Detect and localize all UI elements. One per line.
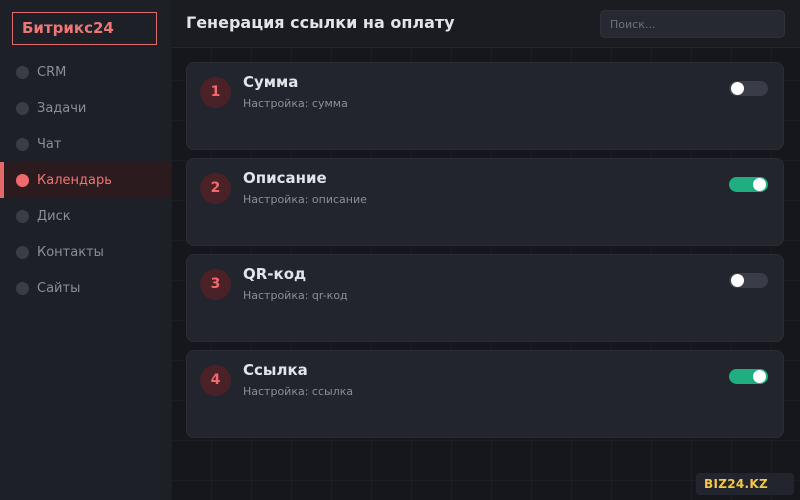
card-subtitle: Настройка: описание [243,193,367,206]
sidebar-item-chat[interactable]: Чат [0,126,171,162]
sidebar-item-crm[interactable]: CRM [0,54,171,90]
toggle-switch[interactable] [729,369,768,384]
nav-dot-icon [16,209,29,223]
sidebar-nav: CRM Задачи Чат Календарь Диск Контакты С… [0,54,171,306]
nav-dot-icon [16,281,29,295]
main-content: Генерация ссылки на оплату 1 Сумма Настр… [171,0,800,500]
app-window: Битрикс24 CRM Задачи Чат Календарь Диск [0,0,800,500]
sidebar-item-contacts[interactable]: Контакты [0,234,171,270]
toggle-switch[interactable] [729,177,768,192]
page-title: Генерация ссылки на оплату [186,13,455,32]
step-number-badge: 3 [200,269,231,300]
card-subtitle: Настройка: сумма [243,97,348,110]
toggle-switch[interactable] [729,273,768,288]
step-number-badge: 2 [200,173,231,204]
setting-card-amount: 1 Сумма Настройка: сумма [186,62,784,150]
card-subtitle: Настройка: ссылка [243,385,354,398]
setting-card-link: 4 Ссылка Настройка: ссылка [186,350,784,438]
setting-card-qr-code: 3 QR-код Настройка: qr-код [186,254,784,342]
sidebar-item-label: Диск [37,208,71,224]
toggle-knob [731,82,744,95]
nav-dot-icon [16,173,29,187]
card-title: Сумма [243,73,299,91]
nav-dot-icon [16,101,29,115]
toggle-switch[interactable] [729,81,768,96]
card-title: Описание [243,169,327,187]
search-input[interactable] [600,10,785,38]
step-number-badge: 4 [200,365,231,396]
nav-dot-icon [16,245,29,259]
toggle-knob [731,274,744,287]
card-title: Ссылка [243,361,308,379]
sidebar-item-label: Сайты [37,280,81,296]
sidebar-item-calendar[interactable]: Календарь [0,162,171,198]
setting-card-description: 2 Описание Настройка: описание [186,158,784,246]
sidebar: Битрикс24 CRM Задачи Чат Календарь Диск [0,0,171,500]
sidebar-item-label: Контакты [37,244,104,260]
sidebar-item-label: CRM [37,64,67,80]
brand-badge: BIZ24.KZ [696,473,794,495]
sidebar-item-label: Задачи [37,100,87,116]
sidebar-item-label: Календарь [37,172,112,188]
app-logo[interactable]: Битрикс24 [12,12,157,45]
card-subtitle: Настройка: qr-код [243,289,348,302]
toggle-knob [753,178,766,191]
nav-dot-icon [16,137,29,151]
card-title: QR-код [243,265,307,283]
sidebar-item-label: Чат [37,136,62,152]
sidebar-item-disk[interactable]: Диск [0,198,171,234]
top-bar: Генерация ссылки на оплату [171,0,800,48]
toggle-knob [753,370,766,383]
step-number-badge: 1 [200,77,231,108]
nav-dot-icon [16,65,29,79]
sidebar-item-sites[interactable]: Сайты [0,270,171,306]
sidebar-item-tasks[interactable]: Задачи [0,90,171,126]
